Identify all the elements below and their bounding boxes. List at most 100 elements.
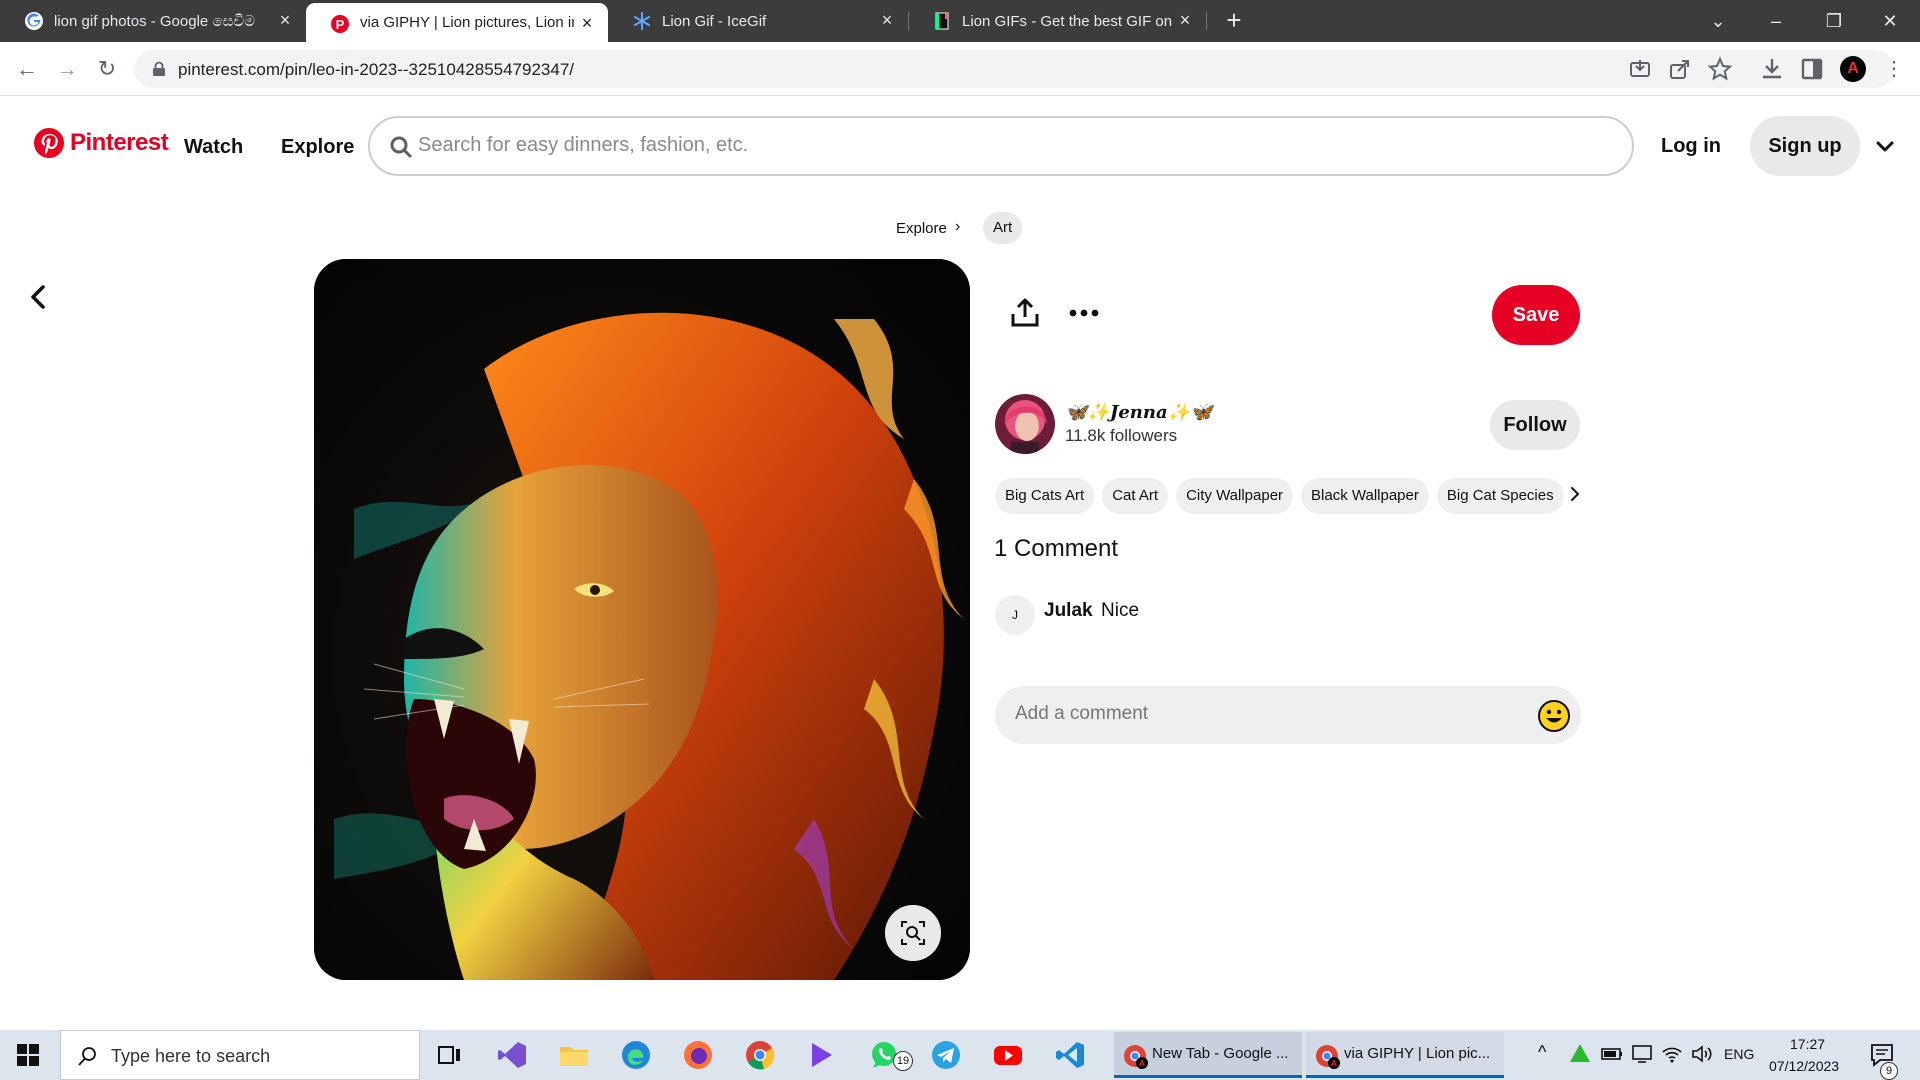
add-comment-input[interactable] [1015, 703, 1515, 725]
breadcrumb-art[interactable]: Art [983, 212, 1023, 244]
nav-explore-link[interactable]: Explore [281, 136, 354, 159]
share-page-icon[interactable] [1666, 55, 1694, 83]
tray-chevron-up-icon[interactable]: ^ [1538, 1042, 1546, 1063]
close-window-icon[interactable]: ✕ [1872, 4, 1908, 38]
tray-app-icon[interactable] [1568, 1042, 1592, 1066]
breadcrumb-separator: › [955, 218, 961, 235]
svg-text:P: P [336, 17, 345, 32]
taskbar-window-pinterest[interactable]: A via GIPHY | Lion pic... [1306, 1032, 1504, 1078]
save-button[interactable]: Save [1492, 285, 1580, 345]
install-app-icon[interactable] [1626, 55, 1654, 83]
emoji-icon[interactable] [1537, 699, 1571, 733]
taskbar-window-new-tab[interactable]: A New Tab - Google ... [1114, 1032, 1302, 1078]
windows-taskbar: Type here to search A New Tab - Google .… [0, 1030, 1920, 1080]
browser-tab-icegif[interactable]: Lion Gif - IceGif × [608, 0, 908, 42]
telegram-icon[interactable] [930, 1039, 962, 1071]
search-bar[interactable] [368, 116, 1634, 176]
back-arrow-icon[interactable] [24, 282, 54, 312]
tab-close-icon[interactable]: × [1176, 11, 1194, 29]
chevron-down-icon[interactable] [1872, 134, 1898, 160]
more-options-icon[interactable] [1066, 296, 1102, 330]
comment-avatar[interactable]: J [995, 595, 1035, 635]
volume-icon[interactable] [1690, 1042, 1714, 1066]
firefox-icon[interactable] [682, 1039, 714, 1071]
tab-title: lion gif photos - Google සෙවීම [54, 12, 256, 30]
pin-image[interactable] [314, 259, 970, 980]
tab-title: Lion Gif - IceGif [662, 12, 767, 30]
pinterest-icon: P [331, 15, 349, 33]
lion-illustration [314, 259, 970, 980]
nav-watch-link[interactable]: Watch [184, 136, 243, 159]
google-icon [25, 12, 43, 30]
battery-icon[interactable] [1600, 1042, 1624, 1066]
tag-chip[interactable]: City Wallpaper [1176, 478, 1294, 514]
add-comment-box[interactable] [995, 686, 1581, 744]
creator-avatar[interactable] [995, 394, 1055, 454]
wifi-icon[interactable] [1660, 1042, 1684, 1066]
tag-chip[interactable]: Black Wallpaper [1301, 478, 1429, 514]
tag-chip[interactable]: Cat Art [1102, 478, 1169, 514]
back-icon[interactable]: ← [13, 55, 41, 83]
visual-search-lens-icon[interactable] [885, 905, 941, 961]
file-explorer-icon[interactable] [558, 1039, 590, 1071]
browser-toolbar: ← → ↻ pinterest.com/pin/leo-in-2023--325… [0, 42, 1920, 96]
profile-avatar[interactable]: A [1840, 56, 1866, 82]
chevron-right-icon[interactable] [1566, 482, 1584, 506]
tab-search-icon[interactable]: ⌄ [1700, 4, 1736, 38]
comment-author[interactable]: Julak [1044, 600, 1093, 622]
browser-tab-strip: lion gif photos - Google සෙවීම × P via G… [0, 0, 1920, 42]
tab-close-icon[interactable]: × [578, 14, 596, 32]
pinterest-logo[interactable]: Pinterest [34, 128, 169, 158]
pinterest-logo-text: Pinterest [70, 129, 169, 156]
youtube-icon[interactable] [992, 1039, 1024, 1071]
whatsapp-unread-badge: 19 [893, 1051, 913, 1071]
creator-name[interactable]: 🦋✨𝑱𝒆𝒏𝒏𝒂✨🦋 [1065, 402, 1212, 423]
browser-tab-pinterest[interactable]: P via GIPHY | Lion pictures, Lion im × [306, 3, 608, 42]
notification-count-badge: 9 [1880, 1062, 1898, 1080]
browser-tab-google[interactable]: lion gif photos - Google සෙවීම × [0, 0, 306, 42]
visual-studio-icon[interactable] [496, 1039, 528, 1071]
new-tab-button[interactable]: + [1220, 7, 1248, 35]
svg-text:A: A [1139, 1059, 1145, 1068]
search-icon [78, 1047, 96, 1066]
chrome-menu-icon[interactable]: ⋮ [1880, 55, 1908, 83]
downloads-icon[interactable] [1758, 55, 1786, 83]
url-text: pinterest.com/pin/leo-in-2023--325104285… [178, 60, 575, 79]
pinterest-logo-icon [34, 128, 64, 158]
task-view-icon[interactable] [434, 1039, 466, 1071]
language-indicator[interactable]: ENG [1724, 1046, 1754, 1062]
comment-text: Nice [1101, 600, 1140, 621]
edge-icon[interactable] [620, 1039, 652, 1071]
browser-tab-giphy[interactable]: Lion GIFs - Get the best GIF on G × [908, 0, 1206, 42]
tab-close-icon[interactable]: × [878, 11, 896, 29]
forward-icon[interactable]: → [53, 55, 81, 83]
tab-close-icon[interactable]: × [276, 11, 294, 29]
chrome-icon: A [1124, 1045, 1148, 1069]
tag-chip[interactable]: Big Cats Art [995, 478, 1095, 514]
search-input[interactable] [418, 134, 1568, 157]
restore-icon[interactable]: ❐ [1816, 4, 1852, 38]
reload-icon[interactable]: ↻ [93, 55, 121, 83]
creator-followers: 11.8k followers [1065, 426, 1178, 445]
clock-time[interactable]: 17:27 [1790, 1036, 1825, 1052]
taskbar-search-box[interactable]: Type here to search [60, 1030, 420, 1080]
windows-start-icon[interactable] [16, 1043, 40, 1067]
tag-list: Big Cats Art Cat Art City Wallpaper Blac… [995, 478, 1564, 514]
breadcrumb-explore[interactable]: Explore [896, 220, 947, 237]
login-button[interactable]: Log in [1648, 116, 1734, 176]
vscode-icon[interactable] [1054, 1039, 1086, 1071]
display-icon[interactable] [1630, 1042, 1654, 1066]
media-player-icon[interactable] [806, 1039, 838, 1071]
bookmark-star-icon[interactable] [1706, 55, 1734, 83]
chrome-icon[interactable] [744, 1039, 776, 1071]
signup-button[interactable]: Sign up [1750, 116, 1860, 176]
minimize-icon[interactable]: – [1758, 4, 1794, 38]
follow-button[interactable]: Follow [1490, 400, 1580, 450]
taskbar-search-placeholder: Type here to search [111, 1046, 271, 1066]
clock-date[interactable]: 07/12/2023 [1769, 1058, 1839, 1074]
share-icon[interactable] [1008, 296, 1042, 330]
comments-heading: 1 Comment [994, 535, 1119, 562]
tab-title: Lion GIFs - Get the best GIF on G [962, 12, 1172, 30]
tag-chip[interactable]: Big Cat Species [1436, 478, 1564, 514]
side-panel-icon[interactable] [1798, 55, 1826, 83]
